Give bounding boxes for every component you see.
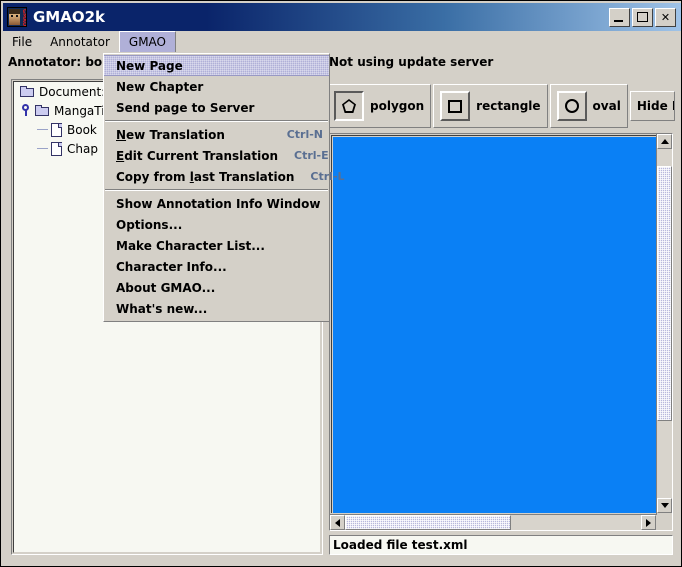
vertical-scrollbar-thumb[interactable]	[657, 166, 672, 422]
window-title: GMAO2k	[33, 8, 106, 26]
menu-item-send-page-to-server[interactable]: Send page to Server	[104, 97, 329, 118]
menu-item-label: New Page	[116, 58, 183, 73]
editor-panel: polygon rectangle oval Hide Bubbl	[327, 75, 675, 559]
maximize-button[interactable]	[632, 7, 653, 27]
title-bar: GMAO GMAO2k ✕	[3, 3, 681, 31]
menubar-item-gmao-label: GMAO	[128, 35, 167, 49]
tree-branch-icon	[36, 123, 49, 136]
scroll-up-button[interactable]	[657, 134, 672, 149]
rectangle-icon	[447, 98, 463, 114]
canvas-scroll-pane	[329, 133, 673, 531]
polygon-tool[interactable]	[334, 91, 364, 121]
canvas-horizontal-scrollbar[interactable]	[330, 514, 657, 530]
tree-expand-handle-icon[interactable]	[20, 104, 33, 117]
menu-item-label: Send page to Server	[116, 100, 255, 115]
tree-item-label: Chap	[67, 141, 98, 156]
hide-bubbles-label: Hide Bubbl	[636, 99, 674, 113]
oval-icon	[564, 98, 580, 114]
menubar-item-annotator-label: Annotator	[50, 34, 110, 49]
menu-item-new-chapter[interactable]: New Chapter	[104, 76, 329, 97]
menu-item-label: New Translation	[116, 127, 225, 142]
chevron-up-icon	[660, 139, 669, 144]
menu-item-new-page[interactable]: New Page	[104, 55, 329, 76]
menu-item-accelerator: Ctrl-L	[310, 170, 345, 183]
scroll-right-button[interactable]	[641, 515, 656, 530]
file-icon	[51, 122, 63, 137]
menu-bar: File Annotator GMAO	[3, 31, 681, 52]
rectangle-tool[interactable]	[440, 91, 471, 121]
menu-separator	[105, 189, 328, 191]
menubar-item-annotator[interactable]: Annotator	[41, 31, 119, 52]
oval-tool[interactable]	[556, 91, 587, 121]
menu-item-show-annotation-info-window[interactable]: Show Annotation Info Window	[104, 193, 329, 214]
canvas-vertical-scrollbar[interactable]	[656, 134, 672, 514]
menu-item-label: About GMAO...	[116, 280, 216, 295]
canvas-viewport[interactable]	[331, 135, 656, 513]
tree-branch-icon	[36, 142, 49, 155]
menu-item-options[interactable]: Options...	[104, 214, 329, 235]
gmao-dropdown-menu: New Page New Chapter Send page to Server…	[103, 53, 345, 322]
menubar-item-gmao[interactable]: GMAO	[118, 31, 177, 52]
horizontal-scrollbar-thumb[interactable]	[345, 515, 511, 530]
oval-tool-group: oval	[549, 84, 628, 128]
close-icon: ✕	[660, 10, 671, 24]
folder-icon	[20, 85, 35, 98]
status-bar: Loaded file test.xml	[329, 535, 673, 555]
close-button[interactable]: ✕	[655, 7, 676, 27]
menu-item-label: Options...	[116, 217, 183, 232]
menu-item-accelerator: Ctrl-E	[294, 149, 329, 162]
hide-bubbles-button[interactable]: Hide Bubbl	[629, 91, 675, 121]
menu-item-character-info[interactable]: Character Info...	[104, 256, 329, 277]
menu-item-new-translation[interactable]: New Translation Ctrl-N	[104, 124, 329, 145]
scroll-down-button[interactable]	[657, 498, 672, 513]
menu-item-label: Edit Current Translation	[116, 148, 279, 163]
oval-tool-label: oval	[592, 99, 621, 113]
update-server-label: Not using update server	[329, 54, 494, 69]
menu-item-edit-current-translation[interactable]: Edit Current Translation Ctrl-E	[104, 145, 329, 166]
menu-item-label: What's new...	[116, 301, 208, 316]
scroll-left-button[interactable]	[330, 515, 345, 530]
tree-item-label: Book	[67, 122, 97, 137]
application-window: GMAO GMAO2k ✕ File Annotator GMAO Annota…	[0, 0, 682, 567]
menu-item-accelerator: Ctrl-N	[286, 128, 323, 141]
polygon-tool-group: polygon	[327, 84, 432, 128]
menu-item-label: Copy from last Translation	[116, 169, 295, 184]
menu-separator	[105, 120, 328, 122]
menu-item-about-gmao[interactable]: About GMAO...	[104, 277, 329, 298]
gmao-app-icon: GMAO	[7, 7, 27, 27]
menu-item-copy-from-last-translation[interactable]: Copy from last Translation Ctrl-L	[104, 166, 345, 187]
folder-icon	[35, 104, 50, 117]
shape-toolbar: polygon rectangle oval Hide Bubbl	[327, 83, 675, 129]
menubar-item-file[interactable]: File	[3, 31, 41, 52]
menu-item-label: Character Info...	[116, 259, 227, 274]
chevron-left-icon	[335, 518, 340, 527]
menu-item-whats-new[interactable]: What's new...	[104, 298, 329, 319]
status-message: Loaded file test.xml	[333, 538, 468, 552]
menu-item-label: Make Character List...	[116, 238, 265, 253]
rectangle-tool-label: rectangle	[476, 99, 541, 113]
window-controls: ✕	[609, 7, 676, 27]
page-image-canvas[interactable]	[333, 137, 656, 513]
menubar-item-file-label: File	[12, 34, 33, 49]
file-icon	[51, 141, 63, 156]
tree-item-label: MangaTi	[54, 103, 105, 118]
menu-item-make-character-list[interactable]: Make Character List...	[104, 235, 329, 256]
minimize-button[interactable]	[609, 7, 630, 27]
tree-item-label: Document:	[39, 84, 106, 99]
menu-item-label: Show Annotation Info Window	[116, 196, 321, 211]
polygon-icon	[341, 98, 357, 114]
chevron-right-icon	[646, 518, 651, 527]
menu-item-label: New Chapter	[116, 79, 204, 94]
chevron-down-icon	[660, 503, 669, 508]
polygon-tool-label: polygon	[370, 99, 425, 113]
rectangle-tool-group: rectangle	[433, 84, 548, 128]
